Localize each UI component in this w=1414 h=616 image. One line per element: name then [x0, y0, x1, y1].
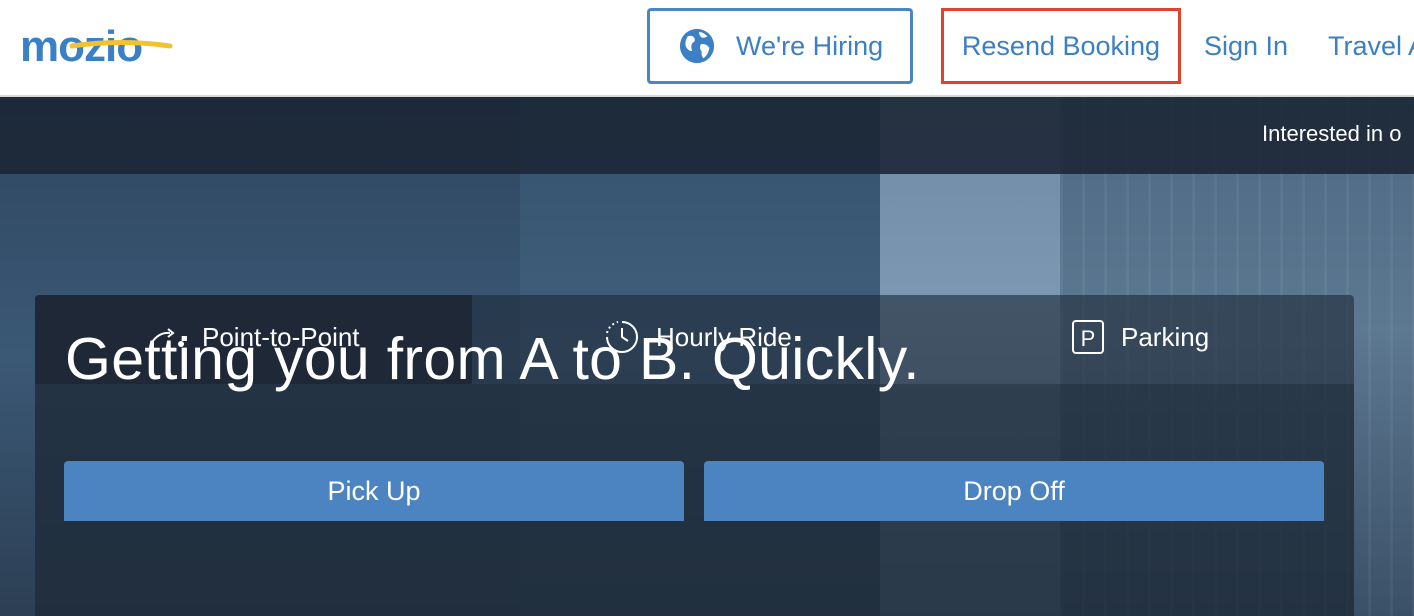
- globe-icon: [679, 28, 715, 64]
- pick-up-field[interactable]: Pick Up: [64, 461, 684, 521]
- resend-booking-link[interactable]: Resend Booking: [941, 8, 1181, 84]
- mozio-logo[interactable]: mozio: [20, 24, 195, 68]
- banner-text[interactable]: Interested in o: [1262, 121, 1401, 147]
- svg-text:P: P: [1081, 326, 1096, 351]
- were-hiring-button[interactable]: We're Hiring: [647, 8, 913, 84]
- info-banner: Interested in o: [0, 97, 1414, 174]
- were-hiring-label: We're Hiring: [736, 30, 884, 61]
- drop-off-field[interactable]: Drop Off: [704, 461, 1324, 521]
- tab-parking-label: Parking: [1121, 321, 1210, 352]
- tab-parking[interactable]: P Parking: [1071, 295, 1209, 379]
- hero-headline: Getting you from A to B. Quickly.: [65, 326, 920, 392]
- sign-in-link[interactable]: Sign In: [1204, 8, 1288, 84]
- site-header: mozio We're Hiring Resend Booking Sign I…: [0, 0, 1414, 97]
- parking-icon: P: [1072, 320, 1104, 354]
- travel-agents-link[interactable]: Travel A: [1328, 8, 1414, 84]
